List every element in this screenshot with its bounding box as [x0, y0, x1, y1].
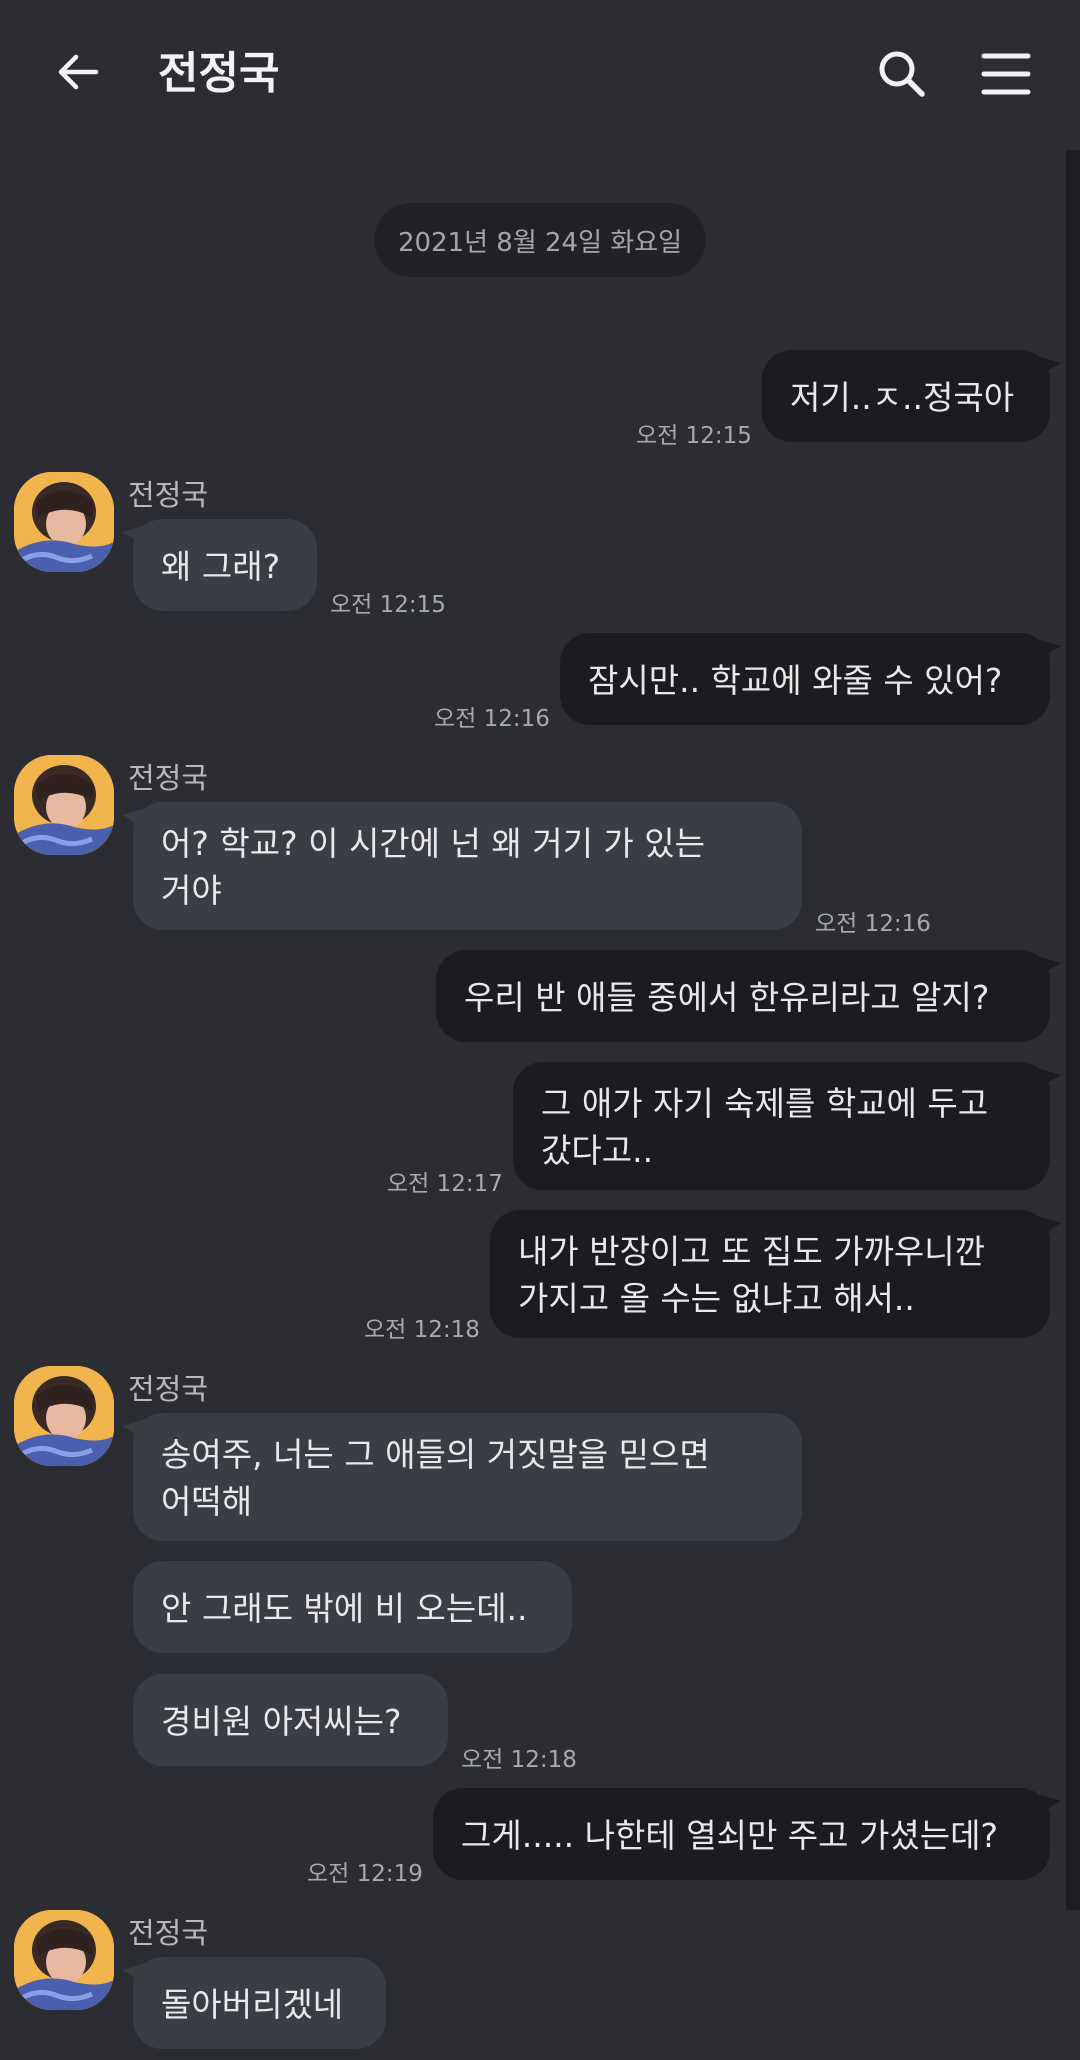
date-divider: 2021년 8월 24일 화요일: [374, 203, 706, 277]
message-text-line: 송여주, 너는 그 애들의 거짓말을 믿으면: [161, 1435, 710, 1474]
message-text: 우리 반 애들 중에서 한유리라고 알지?: [464, 978, 990, 1017]
message-text: 돌아버리겠네: [161, 1985, 344, 2024]
message-time: 오전 12:16: [815, 911, 931, 937]
search-icon: [879, 51, 925, 97]
avatar[interactable]: [14, 1366, 114, 1466]
message-text: 안 그래도 밖에 비 오는데..: [161, 1589, 528, 1628]
scrollbar-track[interactable]: [1066, 150, 1080, 1910]
message-time: 오전 12:19: [307, 1861, 423, 1887]
message-time: 오전 12:17: [387, 1171, 503, 1197]
message-text-line: 거야: [161, 871, 222, 910]
profile-photo: [14, 472, 114, 572]
their-message-bubble[interactable]: 경비원 아저씨는?: [133, 1674, 448, 1766]
message-time: 오전 12:15: [330, 592, 446, 618]
avatar[interactable]: [14, 1910, 114, 2010]
menu-button[interactable]: [976, 44, 1036, 104]
message-text: 왜 그래?: [161, 547, 281, 586]
message-text: 경비원 아저씨는?: [161, 1702, 402, 1741]
avatar[interactable]: [14, 755, 114, 855]
message-time: 오전 12:18: [364, 1317, 480, 1343]
avatar[interactable]: [14, 472, 114, 572]
their-message-bubble[interactable]: 송여주, 너는 그 애들의 거짓말을 믿으면 어떡해: [122, 1413, 802, 1541]
message-time: 오전 12:18: [461, 1747, 577, 1773]
hamburger-menu-icon: [981, 53, 1031, 95]
search-button[interactable]: [872, 44, 932, 104]
my-message-bubble[interactable]: 그게..... 나한테 열쇠만 주고 가셨는데?: [433, 1788, 1061, 1880]
message-text: 저기..ㅈ..정국아: [790, 378, 1015, 417]
profile-photo: [14, 755, 114, 855]
message-text-line: 그 애가 자기 숙제를 학교에 두고: [541, 1084, 989, 1123]
their-message-bubble[interactable]: 왜 그래?: [122, 519, 317, 611]
arrow-left-icon: [58, 54, 99, 90]
profile-photo: [14, 1366, 114, 1466]
message-time: 오전 12:16: [434, 706, 550, 732]
message-text-line: 가지고 올 수는 없냐고 해서..: [518, 1279, 915, 1318]
sender-name: 전정국: [128, 1916, 209, 1950]
my-message-bubble[interactable]: 우리 반 애들 중에서 한유리라고 알지?: [436, 950, 1061, 1042]
my-message-bubble[interactable]: 잠시만.. 학교에 와줄 수 있어?: [560, 633, 1061, 725]
message-text-line: 내가 반장이고 또 집도 가까우니깐: [518, 1232, 985, 1271]
back-button[interactable]: [50, 44, 106, 100]
my-message-bubble[interactable]: 내가 반장이고 또 집도 가까우니깐 가지고 올 수는 없냐고 해서..: [490, 1210, 1061, 1338]
their-message-bubble[interactable]: 어? 학교? 이 시간에 넌 왜 거기 가 있는 거야: [122, 802, 802, 930]
message-text-line: 어떡해: [161, 1482, 253, 1521]
sender-name: 전정국: [128, 478, 209, 512]
sender-name: 전정국: [128, 1372, 209, 1406]
message-text-line: 어? 학교? 이 시간에 넌 왜 거기 가 있는: [161, 824, 705, 863]
my-message-bubble[interactable]: 그 애가 자기 숙제를 학교에 두고 갔다고..: [513, 1062, 1061, 1190]
profile-photo: [14, 1910, 114, 2010]
message-text-line: 갔다고..: [541, 1131, 654, 1170]
message-time: 오전 12:15: [636, 423, 752, 449]
chat-title: 전정국: [158, 48, 280, 99]
message-text: 그게..... 나한테 열쇠만 주고 가셨는데?: [461, 1816, 998, 1855]
their-message-bubble[interactable]: 안 그래도 밖에 비 오는데..: [133, 1561, 572, 1653]
sender-name: 전정국: [128, 761, 209, 795]
their-message-bubble[interactable]: 돌아버리겠네: [122, 1957, 386, 2049]
top-app-bar: 전정국: [0, 0, 1080, 150]
my-message-bubble[interactable]: 저기..ㅈ..정국아: [762, 350, 1061, 442]
message-text: 잠시만.. 학교에 와줄 수 있어?: [588, 661, 1003, 700]
